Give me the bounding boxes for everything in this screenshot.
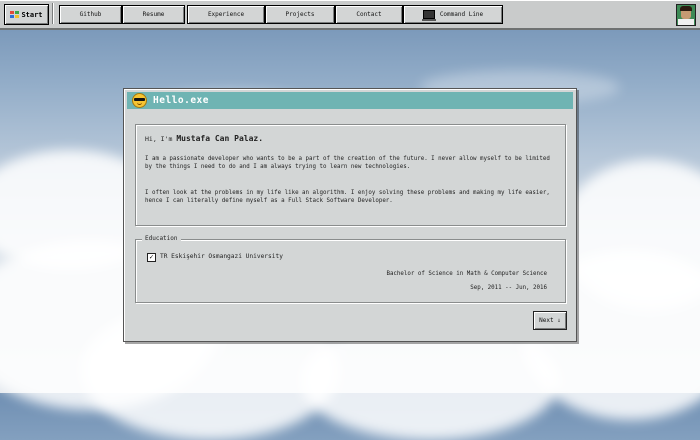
education-checkbox[interactable]: ✓ <box>147 253 156 262</box>
nav-contact-button[interactable]: Contact <box>335 5 403 24</box>
start-label: Start <box>21 10 43 19</box>
start-button[interactable]: Start <box>4 4 49 25</box>
university-name: TR Eskişehir Osmangazi University <box>160 253 283 260</box>
education-dates: Sep, 2011 -- Jun, 2016 <box>470 285 547 291</box>
hello-window: Hello.exe Hi, I'm Mustafa Can Palaz. I a… <box>123 88 577 342</box>
education-legend: Education <box>142 235 181 242</box>
sunglasses-smiley-icon <box>132 93 147 108</box>
owner-name: Mustafa Can Palaz. <box>176 134 264 143</box>
about-paragraph-2: I often look at the problems in my life … <box>145 190 550 204</box>
taskbar-divider <box>52 3 53 24</box>
next-button[interactable]: Next ⇓ <box>533 311 567 330</box>
window-titlebar[interactable]: Hello.exe <box>127 92 573 109</box>
command-line-label: Command Line <box>439 11 484 18</box>
nav-experience-button[interactable]: Experience <box>187 5 265 24</box>
greeting: Hi, I'm Mustafa Can Palaz. <box>145 134 263 143</box>
terminal-icon <box>421 10 436 21</box>
nav-experience-label: Experience <box>207 11 245 18</box>
nav-github-label: Github <box>79 11 102 18</box>
window-title: Hello.exe <box>153 95 209 106</box>
about-paragraph-1: I am a passionate developer who wants to… <box>145 156 550 170</box>
nav-resume-button[interactable]: Resume <box>122 5 185 24</box>
nav-resume-label: Resume <box>142 11 165 18</box>
nav-github-button[interactable]: Github <box>59 5 122 24</box>
nav-contact-label: Contact <box>356 11 382 18</box>
taskbar: Start Github Resume Experience Projects … <box>0 0 700 30</box>
about-section: Hi, I'm Mustafa Can Palaz. I am a passio… <box>135 124 566 226</box>
windows-logo-icon <box>10 11 20 18</box>
nav-projects-label: Projects <box>285 11 315 18</box>
user-avatar[interactable] <box>676 4 696 26</box>
command-line-button[interactable]: Command Line <box>403 5 503 24</box>
degree-text: Bachelor of Science in Math & Computer S… <box>386 271 547 277</box>
education-section: Education ✓ TR Eskişehir Osmangazi Unive… <box>135 235 566 303</box>
greeting-prefix: Hi, I'm <box>145 135 173 143</box>
nav-projects-button[interactable]: Projects <box>265 5 335 24</box>
